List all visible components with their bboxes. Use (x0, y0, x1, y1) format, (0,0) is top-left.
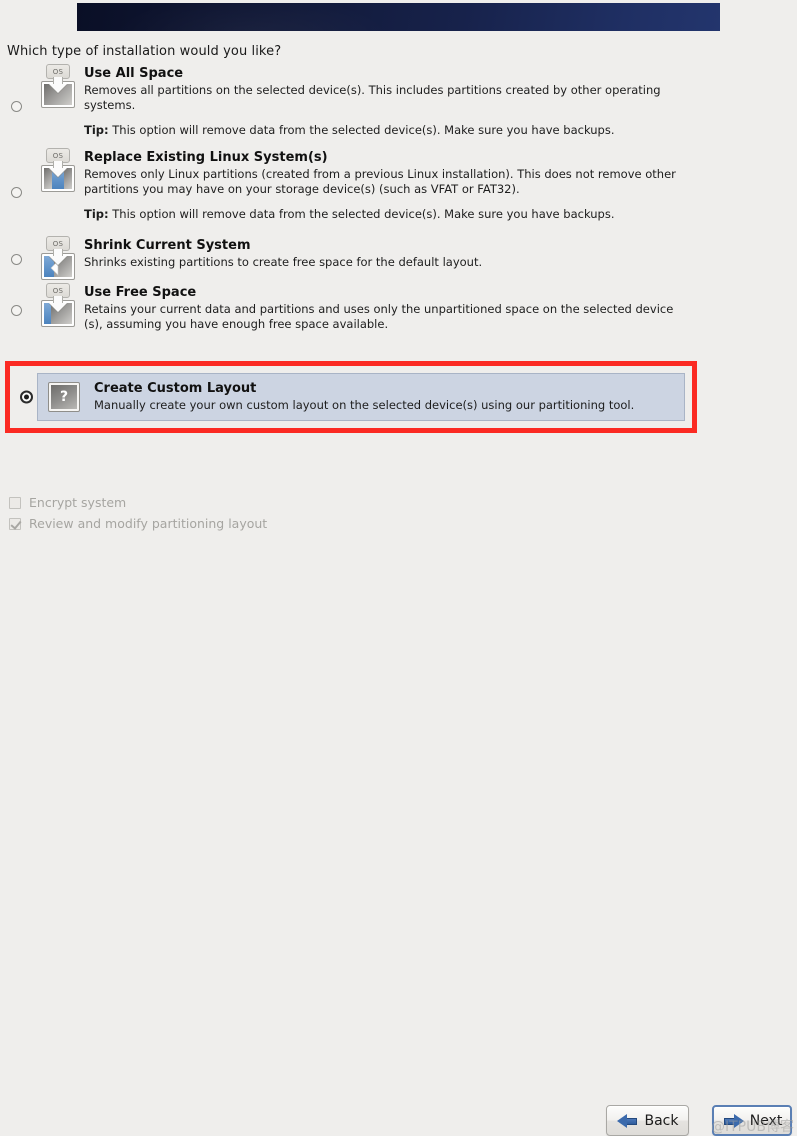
option-create-custom-layout[interactable]: ? Create Custom Layout Manually create y… (37, 373, 685, 421)
option-description: Retains your current data and partitions… (84, 302, 674, 331)
radio-cell-use-free-space[interactable] (0, 304, 32, 316)
installer-banner-area (0, 0, 797, 34)
option-description: Removes only Linux partitions (created f… (84, 167, 676, 196)
icon-cell-use-all-space: OS (32, 64, 84, 110)
next-button[interactable]: Next (712, 1105, 792, 1136)
page-title: Which type of installation would you lik… (7, 44, 282, 59)
radio-cell-use-all-space[interactable] (0, 100, 32, 112)
option-title: Shrink Current System (84, 238, 251, 253)
option-tip-text: This option will remove data from the se… (108, 123, 615, 137)
installation-type-list: OS Use All Space Removes all partitions … (0, 64, 797, 337)
option-tip: Tip: This option will remove data from t… (84, 207, 783, 222)
icon-cell-use-free-space: OS (32, 283, 84, 329)
radio-cell-replace-existing-linux[interactable] (0, 186, 32, 198)
option-tip-text: This option will remove data from the se… (108, 207, 615, 221)
checkbox-review-modify-partitioning[interactable] (9, 517, 21, 530)
icon-cell-create-custom-layout: ? (38, 382, 90, 412)
radio-cell-shrink-current-system[interactable] (0, 254, 32, 265)
text-cell-replace-existing-linux: Replace Existing Linux System(s) Removes… (84, 148, 797, 222)
installer-banner (77, 3, 720, 31)
disk-replace-linux-icon: OS (38, 148, 78, 194)
checkbox-label-review-modify-partitioning: Review and modify partitioning layout (29, 516, 268, 531)
highlight-box-create-custom-layout: ? Create Custom Layout Manually create y… (5, 361, 697, 433)
option-title: Use All Space (84, 66, 184, 81)
radio-button-use-all-space[interactable] (10, 100, 22, 112)
option-replace-existing-linux[interactable]: OS Replace Existing Linux System(s) Remo… (0, 148, 797, 236)
option-tip: Tip: This option will remove data from t… (84, 123, 783, 138)
radio-button-create-custom-layout[interactable] (19, 390, 33, 404)
checkbox-row-review-modify-partitioning[interactable]: Review and modify partitioning layout (9, 513, 267, 534)
text-cell-create-custom-layout: Create Custom Layout Manually create you… (90, 381, 684, 413)
radio-button-use-free-space[interactable] (10, 304, 22, 316)
next-button-label: Next (749, 1112, 783, 1129)
radio-button-shrink-current-system[interactable] (10, 254, 22, 265)
checkbox-encrypt-system[interactable] (9, 496, 21, 509)
question-mark-icon: ? (48, 382, 80, 412)
question-mark-glyph: ? (51, 385, 77, 409)
wizard-button-bar: Back Next @ITPUB博客 (0, 552, 797, 1136)
icon-cell-shrink-current-system: OS (32, 236, 84, 282)
disk-free-space-icon: OS (38, 283, 78, 329)
radio-button-replace-existing-linux[interactable] (10, 186, 22, 198)
option-tip-label: Tip: (84, 207, 109, 221)
text-cell-use-all-space: Use All Space Removes all partitions on … (84, 64, 797, 138)
option-use-free-space[interactable]: OS Use Free Space Retains your current d… (0, 283, 797, 337)
option-title: Use Free Space (84, 285, 197, 300)
checkbox-label-encrypt-system: Encrypt system (29, 495, 127, 510)
option-tip-label: Tip: (84, 123, 109, 137)
option-use-all-space[interactable]: OS Use All Space Removes all partitions … (0, 64, 797, 148)
option-description: Manually create your own custom layout o… (94, 398, 635, 413)
back-button-label: Back (644, 1112, 679, 1129)
disk-shrink-icon: OS (38, 236, 78, 282)
checkbox-row-encrypt-system[interactable]: Encrypt system (9, 492, 267, 513)
back-button[interactable]: Back (606, 1105, 689, 1136)
icon-cell-replace-existing-linux: OS (32, 148, 84, 194)
options-checkbox-group: Encrypt system Review and modify partiti… (9, 492, 267, 534)
text-cell-use-free-space: Use Free Space Retains your current data… (84, 283, 797, 331)
arrow-left-icon (616, 1113, 639, 1129)
disk-all-grey-icon: OS (38, 64, 78, 110)
radio-cell-create-custom-layout[interactable] (18, 390, 34, 404)
option-title: Create Custom Layout (94, 381, 257, 397)
text-cell-shrink-current-system: Shrink Current System Shrinks existing p… (84, 236, 797, 270)
arrow-right-icon (722, 1113, 744, 1129)
option-title: Replace Existing Linux System(s) (84, 150, 328, 165)
option-shrink-current-system[interactable]: OS Shrink Current System Shrinks existin… (0, 236, 797, 283)
option-description: Removes all partitions on the selected d… (84, 83, 661, 112)
option-description: Shrinks existing partitions to create fr… (84, 255, 483, 269)
